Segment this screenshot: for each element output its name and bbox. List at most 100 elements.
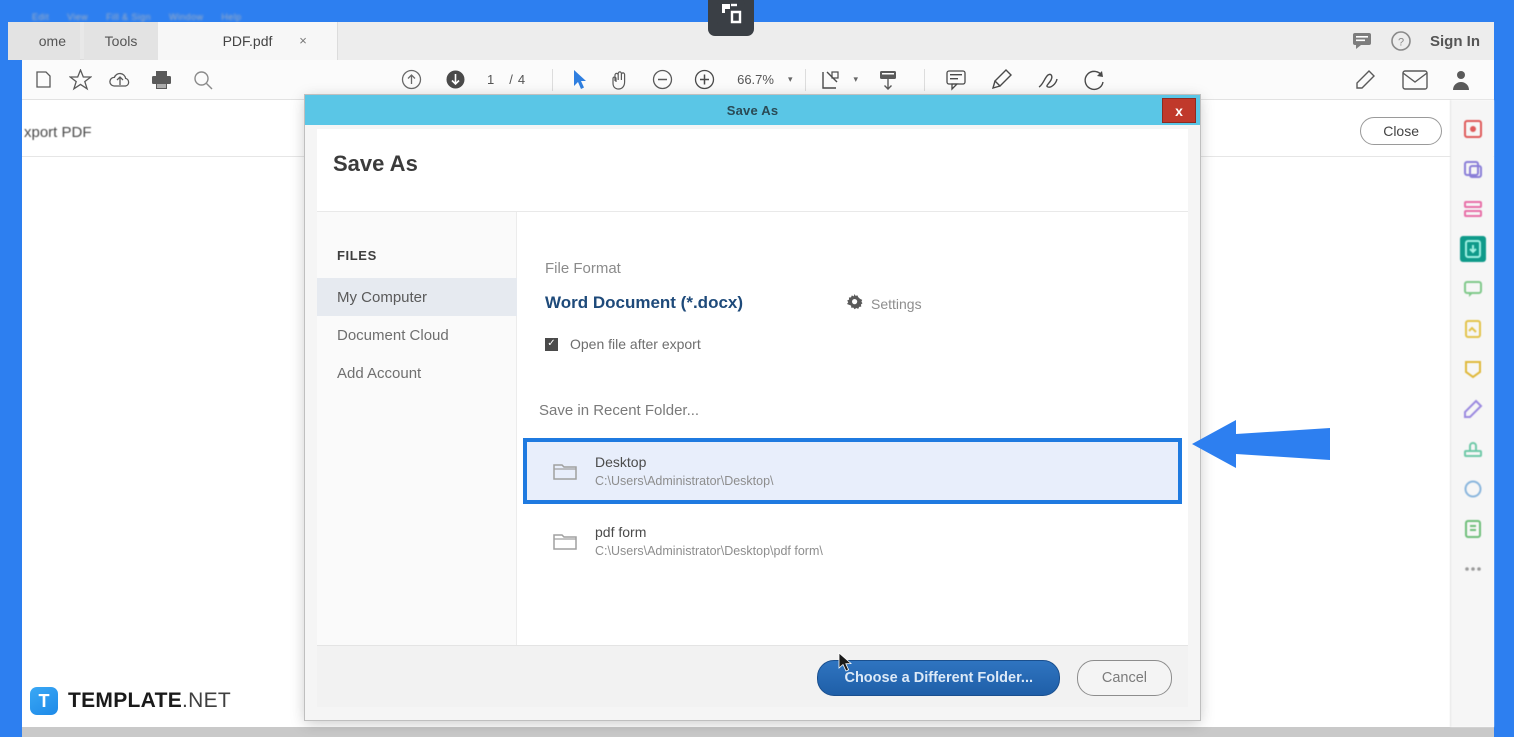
fill-sign-icon[interactable] xyxy=(1460,316,1486,342)
annotation-arrow-left-icon xyxy=(1192,418,1332,475)
settings-button[interactable]: Settings xyxy=(847,294,922,313)
gear-icon xyxy=(847,294,863,313)
recent-folders-list: Desktop C:\Users\Administrator\Desktop\ … xyxy=(525,440,1180,572)
template-net-logo-icon: T xyxy=(30,687,58,715)
folder-name: pdf form xyxy=(595,524,823,540)
file-format-value[interactable]: Word Document (*.docx) xyxy=(545,293,743,313)
page-number-total: 4 xyxy=(518,72,526,87)
sign-in-button[interactable]: Sign In xyxy=(1430,33,1480,50)
dialog-footer: Choose a Different Folder... Cancel xyxy=(317,645,1188,707)
help-icon[interactable]: ? xyxy=(1390,30,1412,52)
tab-tools[interactable]: Tools xyxy=(84,22,158,60)
template-net-wordmark: TEMPLATE.NET xyxy=(68,689,231,713)
folder-name: Desktop xyxy=(595,454,774,470)
fit-width-icon[interactable] xyxy=(866,69,910,91)
zoom-out-icon[interactable] xyxy=(641,68,683,91)
zoom-in-icon[interactable] xyxy=(683,68,725,91)
fit-page-chevron-down-icon[interactable]: ▾ xyxy=(854,74,859,85)
tab-close-icon[interactable]: × xyxy=(292,22,314,60)
window-frame-left xyxy=(0,0,22,737)
combine-files-icon[interactable] xyxy=(1460,156,1486,182)
sidebar-item-document-cloud[interactable]: Document Cloud xyxy=(317,316,517,354)
edit-pdf-icon[interactable] xyxy=(1340,68,1390,92)
highlight-pen-icon[interactable] xyxy=(979,68,1025,92)
signature-icon[interactable] xyxy=(1025,68,1071,92)
email-icon[interactable] xyxy=(1390,70,1440,90)
search-icon[interactable] xyxy=(182,69,224,91)
comment-icon[interactable] xyxy=(1352,32,1372,50)
export-pdf-tool-icon[interactable] xyxy=(1460,236,1486,262)
sidebar-item-label: Document Cloud xyxy=(337,327,449,344)
cancel-button[interactable]: Cancel xyxy=(1077,660,1172,696)
create-pdf-icon[interactable] xyxy=(1460,116,1486,142)
watermark-brand: TEMPLATE xyxy=(68,689,182,712)
zoom-level-value[interactable]: 66.7% xyxy=(737,72,774,87)
menu-item-view[interactable]: View xyxy=(67,12,88,22)
folder-item-desktop[interactable]: Desktop C:\Users\Administrator\Desktop\ xyxy=(525,440,1180,502)
folder-path: C:\Users\Administrator\Desktop\pdf form\ xyxy=(595,544,823,558)
comment-tool-icon[interactable] xyxy=(1460,276,1486,302)
dialog-body: Save As FILES My Computer Document Cloud… xyxy=(317,129,1188,707)
hand-tool-icon[interactable] xyxy=(599,69,641,91)
dialog-sidebar: FILES My Computer Document Cloud Add Acc… xyxy=(317,212,517,706)
main-toolbar: 1 / 4 66.7% ▾ ▾ xyxy=(22,60,1494,100)
comment-box-icon[interactable] xyxy=(933,69,979,91)
more-tools-icon[interactable] xyxy=(1460,556,1486,582)
window-frame-right xyxy=(1494,0,1514,737)
scroll-down-icon[interactable] xyxy=(433,68,477,91)
sidebar-item-label: My Computer xyxy=(337,289,427,306)
tab-home[interactable]: ome xyxy=(8,22,80,60)
menu-item-fill-sign[interactable]: Fill & Sign xyxy=(106,12,151,22)
send-for-signature-icon[interactable] xyxy=(1460,356,1486,382)
export-pdf-panel-title: xport PDF xyxy=(22,118,322,146)
mouse-cursor xyxy=(838,652,854,679)
tab-bar: ome Tools PDF.pdf × ? Sign In xyxy=(22,22,1494,60)
protect-icon[interactable] xyxy=(1460,476,1486,502)
tab-bar-filler xyxy=(338,22,1494,60)
open-file-after-export-checkbox[interactable]: ✓ xyxy=(545,338,558,351)
template-net-watermark: T TEMPLATE.NET xyxy=(30,687,231,715)
menu-item-help[interactable]: Help xyxy=(221,12,241,22)
scroll-up-icon[interactable] xyxy=(389,68,433,91)
dialog-main: File Format Word Document (*.docx) Setti… xyxy=(517,212,1188,706)
tools-strip xyxy=(1450,100,1494,727)
star-icon[interactable] xyxy=(60,69,100,91)
folder-item-pdf-form[interactable]: pdf form C:\Users\Administrator\Desktop\… xyxy=(525,510,1180,572)
organize-pages-icon[interactable] xyxy=(1460,196,1486,222)
open-file-after-export-row[interactable]: ✓ Open file after export xyxy=(545,336,701,352)
share-user-icon[interactable] xyxy=(1440,68,1486,92)
adobe-acrobat-icon xyxy=(708,0,754,36)
save-icon[interactable] xyxy=(26,70,60,89)
optimize-icon[interactable] xyxy=(1460,516,1486,542)
open-file-after-export-label: Open file after export xyxy=(570,336,701,352)
header-right-controls: ? Sign In xyxy=(1352,22,1488,60)
select-cursor-icon[interactable] xyxy=(561,69,599,90)
dialog-title-text: Save As xyxy=(727,103,779,118)
sidebar-item-my-computer[interactable]: My Computer xyxy=(317,278,517,316)
save-in-recent-folder-label: Save in Recent Folder... xyxy=(539,402,699,419)
page-number-current[interactable]: 1 xyxy=(487,72,495,87)
cloud-upload-icon[interactable] xyxy=(100,70,140,90)
file-format-label: File Format xyxy=(545,260,621,277)
close-button[interactable]: Close xyxy=(1360,117,1442,145)
dialog-close-icon[interactable]: x xyxy=(1162,98,1196,123)
menu-item-edit[interactable]: Edit xyxy=(32,12,49,22)
dialog-title-bar: Save As x xyxy=(305,95,1200,125)
print-icon[interactable] xyxy=(140,69,182,90)
svg-text:?: ? xyxy=(1398,37,1404,49)
menu-item-window[interactable]: Window xyxy=(169,12,203,22)
watermark-tld: .NET xyxy=(182,689,231,712)
rotate-icon[interactable] xyxy=(1071,68,1117,92)
edit-pdf-tool-icon[interactable] xyxy=(1460,396,1486,422)
tab-document-label: PDF.pdf xyxy=(223,33,273,49)
screen-root: Edit View Fill & Sign Window Help ome To… xyxy=(0,0,1514,737)
folder-icon xyxy=(553,461,577,481)
folder-icon xyxy=(553,531,577,551)
folder-path: C:\Users\Administrator\Desktop\ xyxy=(595,474,774,488)
sidebar-item-label: Add Account xyxy=(337,365,421,382)
fit-page-icon[interactable] xyxy=(814,69,848,91)
page-number-separator: / xyxy=(509,72,514,87)
zoom-chevron-down-icon[interactable]: ▾ xyxy=(788,74,793,85)
sidebar-item-add-account[interactable]: Add Account xyxy=(317,354,517,392)
stamp-icon[interactable] xyxy=(1460,436,1486,462)
